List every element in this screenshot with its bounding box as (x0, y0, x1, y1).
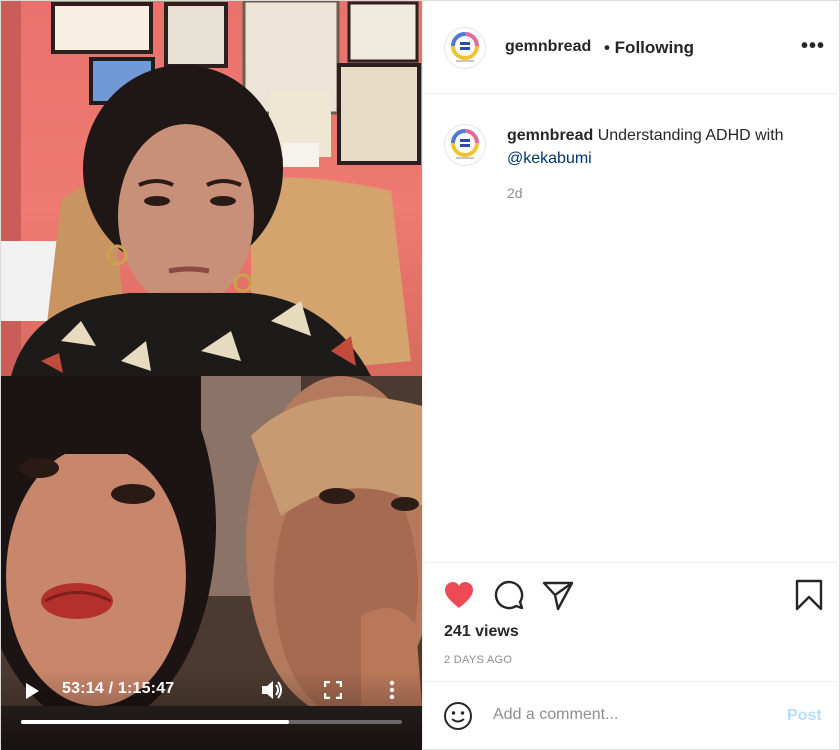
bookmark-icon[interactable] (795, 579, 823, 611)
comment-icon[interactable] (493, 579, 525, 611)
fullscreen-icon[interactable] (324, 681, 342, 699)
brand-logo-icon (451, 129, 479, 159)
post-header: gemnbread • Following ••• (423, 1, 840, 94)
following-status[interactable]: • Following (604, 38, 694, 58)
comment-bar: Post (423, 681, 840, 750)
more-vertical-icon[interactable] (388, 680, 396, 700)
share-icon[interactable] (542, 579, 574, 611)
post-caption: gemnbread Understanding ADHD with @kekab… (507, 124, 807, 170)
video-time: 53:14 / 1:15:47 (62, 680, 175, 697)
brand-logo-icon (451, 32, 479, 62)
header-username[interactable]: gemnbread (505, 38, 591, 56)
post-actions: 241 views 2 DAYS AGO (423, 562, 840, 681)
caption-username[interactable]: gemnbread (507, 127, 593, 144)
caption-avatar[interactable] (444, 124, 486, 166)
view-count[interactable]: 241 views (444, 623, 519, 641)
video-progress-bar[interactable] (21, 720, 402, 724)
volume-icon[interactable] (260, 679, 284, 701)
video-frame-top-scene (1, 1, 421, 376)
post-sidebar: gemnbread • Following ••• gemnbread Unde… (422, 1, 840, 750)
caption-mention[interactable]: @kekabumi (507, 150, 592, 167)
caption-text: Understanding ADHD with (597, 127, 784, 144)
video-frame-top (1, 1, 422, 376)
comment-input[interactable] (493, 706, 773, 724)
instagram-post: 53:14 / 1:15:47 gemnbread • Following ••… (0, 0, 840, 750)
caption-age: 2d (507, 185, 523, 201)
avatar[interactable] (444, 27, 486, 69)
post-date[interactable]: 2 DAYS AGO (444, 654, 512, 666)
more-options-button[interactable]: ••• (801, 35, 825, 58)
post-comment-button[interactable]: Post (787, 707, 822, 725)
like-heart-icon[interactable] (443, 580, 475, 610)
video-player[interactable]: 53:14 / 1:15:47 (1, 1, 422, 750)
emoji-icon[interactable] (443, 701, 473, 731)
play-icon[interactable] (23, 681, 41, 701)
video-progress-fill (21, 720, 289, 724)
